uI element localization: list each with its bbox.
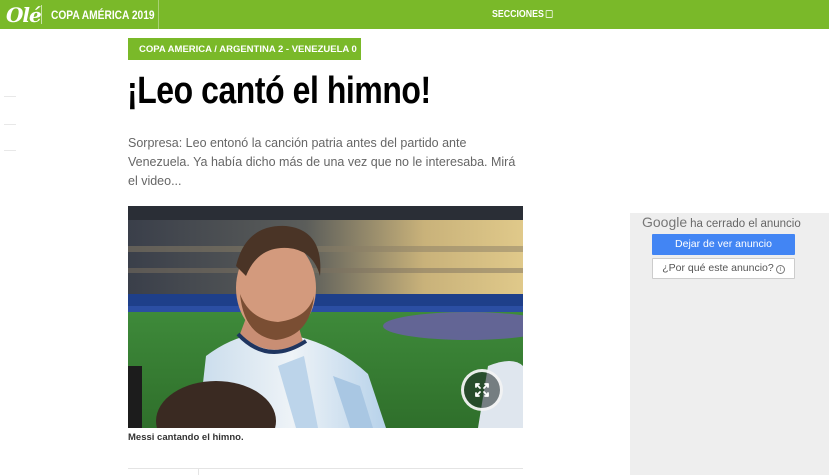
section-title[interactable]: COPA AMÉRICA 2019: [51, 8, 155, 22]
menu-icon: [545, 10, 553, 18]
content-divider: [128, 468, 523, 469]
google-label: Google: [642, 214, 688, 230]
why-this-ad-button[interactable]: ¿Por qué este anuncio? i: [652, 258, 795, 279]
ole-logo[interactable]: Olé: [6, 3, 42, 27]
ad-closed-text: ha cerrado el anuncio: [690, 218, 801, 230]
article-summary: Sorpresa: Leo entonó la canción patria a…: [128, 136, 516, 188]
article-headline: ¡Leo cantó el himno!: [127, 70, 431, 112]
content-divider-tick: [198, 468, 199, 475]
stop-seeing-ad-button[interactable]: Dejar de ver anuncio: [652, 234, 795, 255]
left-edge-decoration: [4, 150, 16, 151]
why-this-ad-label: ¿Por qué este anuncio?: [662, 262, 774, 274]
info-icon: i: [775, 265, 785, 274]
header-divider: [158, 0, 159, 29]
left-edge-decoration: [4, 124, 16, 125]
image-caption: Messi cantando el himno.: [128, 432, 244, 443]
expand-icon: [475, 383, 489, 397]
logo-divider: [41, 5, 42, 24]
breadcrumb[interactable]: COPA AMERICA / ARGENTINA 2 - VENEZUELA 0: [128, 38, 361, 60]
ad-closed-notice: Google ha cerrado el anuncio: [642, 214, 801, 230]
sections-menu-button[interactable]: SECCIONES: [492, 9, 553, 20]
left-edge-decoration: [4, 96, 16, 97]
sections-label: SECCIONES: [492, 9, 544, 20]
top-navigation-bar: Olé COPA AMÉRICA 2019 SECCIONES: [0, 0, 829, 29]
expand-button[interactable]: [461, 369, 503, 411]
